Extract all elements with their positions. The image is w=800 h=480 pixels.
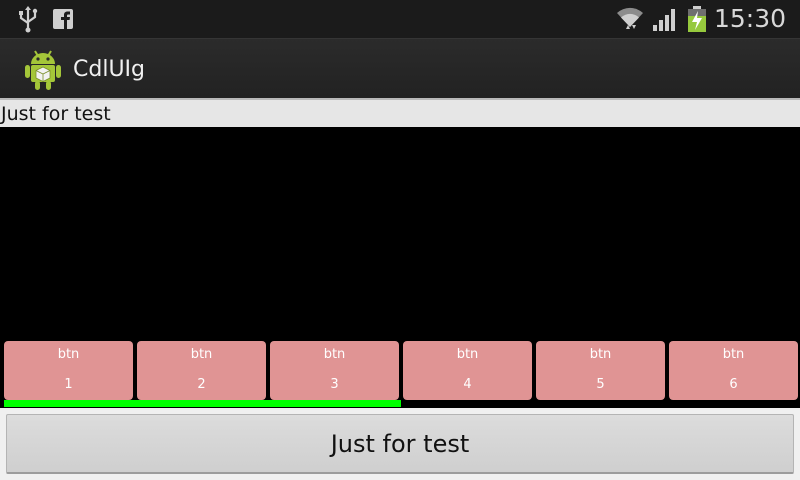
status-bar: 15:30 xyxy=(0,0,800,38)
btn-label: btn xyxy=(323,347,346,362)
btn-number: 6 xyxy=(729,377,738,392)
btn-number: 2 xyxy=(197,377,206,392)
btn-label: btn xyxy=(57,347,80,362)
battery-charging-icon xyxy=(686,5,708,37)
clock: 15:30 xyxy=(714,4,787,33)
bottom-area: Just for test xyxy=(0,408,800,480)
btn-label: btn xyxy=(190,347,213,362)
usb-icon xyxy=(16,5,40,37)
btn-5[interactable]: btn 5 xyxy=(536,341,665,400)
app-title: CdlUIg xyxy=(73,57,145,82)
wifi-icon xyxy=(615,5,645,37)
button-row: btn 1 btn 2 btn 3 btn 4 btn 5 btn 6 xyxy=(0,341,800,400)
action-bar: CdlUIg xyxy=(0,38,800,98)
btn-number: 5 xyxy=(596,377,605,392)
signal-icon xyxy=(652,5,680,37)
btn-6[interactable]: btn 6 xyxy=(669,341,798,400)
facebook-icon xyxy=(53,9,73,33)
progress-fill xyxy=(4,400,401,407)
btn-label: btn xyxy=(589,347,612,362)
btn-label: btn xyxy=(456,347,479,362)
progress-bar xyxy=(4,400,798,407)
text-view-label: Just for test xyxy=(1,103,111,125)
just-for-test-button[interactable]: Just for test xyxy=(6,414,794,474)
btn-number: 1 xyxy=(64,377,73,392)
btn-number: 3 xyxy=(330,377,339,392)
btn-2[interactable]: btn 2 xyxy=(137,341,266,400)
btn-3[interactable]: btn 3 xyxy=(270,341,399,400)
btn-4[interactable]: btn 4 xyxy=(403,341,532,400)
btn-number: 4 xyxy=(463,377,472,392)
text-view: Just for test xyxy=(0,98,800,127)
btn-label: btn xyxy=(722,347,745,362)
android-app-icon[interactable] xyxy=(22,47,64,95)
btn-1[interactable]: btn 1 xyxy=(4,341,133,400)
